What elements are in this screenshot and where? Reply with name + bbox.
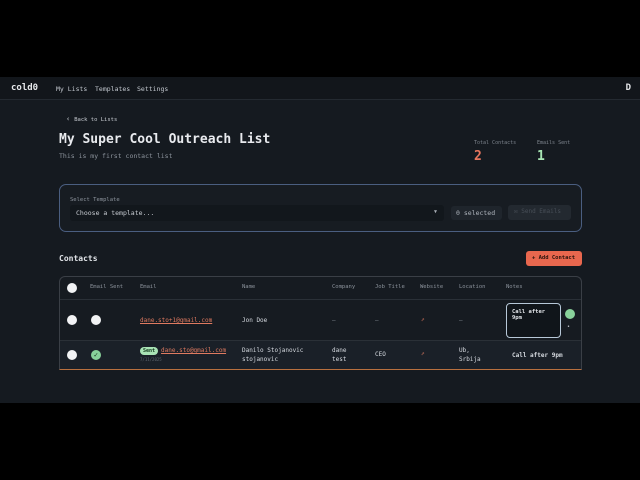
cancel-note-icon[interactable]: • [567, 324, 570, 330]
check-icon[interactable]: ✓ [91, 350, 101, 360]
contact-company-cont: test [332, 356, 347, 363]
template-select-value: Choose a template... [76, 209, 155, 217]
contacts-heading: Contacts [59, 254, 98, 263]
page-title: My Super Cool Outreach List [59, 132, 271, 147]
add-contact-button[interactable]: + Add Contact [526, 251, 582, 266]
row-select-checkbox[interactable] [67, 315, 77, 325]
contact-name: Jon Doe [242, 317, 268, 324]
emails-sent-value: 1 [537, 149, 545, 164]
email-sent-indicator[interactable] [91, 315, 101, 325]
app-window: cold0 My Lists Templates Settings D ‹ Bac… [0, 77, 640, 403]
brand-logo[interactable]: cold0 [11, 83, 38, 93]
table-row: ✓ Sent dane.sto@gmail.com 7/11/2025 Danil… [60, 340, 581, 369]
user-avatar[interactable]: D [626, 83, 631, 93]
contacts-table: Email Sent Email Name Company Job Title … [59, 276, 582, 370]
template-panel: Select Template Choose a template... ▼ 0… [59, 184, 582, 232]
template-select[interactable]: Choose a template... ▼ [70, 205, 444, 221]
contact-email-cell: Sent dane.sto@gmail.com [140, 347, 226, 355]
back-label: Back to Lists [74, 117, 118, 123]
chevron-left-icon: ‹ [66, 115, 71, 123]
top-nav: cold0 My Lists Templates Settings D [0, 77, 640, 100]
column-location: Location [459, 284, 486, 290]
sent-badge: Sent [140, 347, 159, 355]
page-subtitle: This is my first contact list [59, 152, 173, 160]
total-contacts-value: 2 [474, 149, 482, 164]
contact-name-cont: stojanovic [242, 356, 279, 363]
contact-job-title: – [375, 317, 379, 324]
back-to-lists-link[interactable]: ‹ Back to Lists [66, 115, 117, 123]
send-emails-button[interactable]: ✉ Send Emails [508, 205, 571, 220]
contact-location: – [459, 317, 463, 324]
contact-email-link[interactable]: dane.sto+1@gmail.com [140, 317, 212, 325]
contact-name: Danilo Stojanovic [242, 347, 304, 354]
chevron-down-icon: ▼ [433, 209, 437, 215]
nav-my-lists[interactable]: My Lists [56, 85, 87, 93]
contact-email-link[interactable]: dane.sto@gmail.com [161, 347, 226, 354]
contact-company: – [332, 317, 336, 324]
external-link-icon[interactable]: ⇗ [421, 350, 425, 358]
sent-date: 7/11/2025 [140, 357, 162, 362]
notes-text[interactable]: Call after 9pm [512, 352, 563, 360]
column-name: Name [242, 284, 256, 290]
column-notes: Notes [506, 284, 523, 290]
table-row: dane.sto+1@gmail.com Jon Doe – – ⇗ – Cal… [60, 299, 581, 340]
template-label: Select Template [70, 197, 120, 203]
contact-location: Ub, [459, 347, 470, 354]
row-select-checkbox[interactable] [67, 350, 77, 360]
column-company: Company [332, 284, 356, 290]
column-website: Website [420, 284, 444, 290]
contact-location-cont: Srbija [459, 356, 481, 363]
column-job-title: Job Title [375, 284, 405, 290]
mail-icon: ✉ [514, 208, 518, 215]
selected-count: 0 selected [451, 206, 502, 220]
select-all-checkbox[interactable] [67, 283, 77, 293]
nav-templates[interactable]: Templates [95, 85, 130, 93]
contact-job-title: CEO [375, 351, 386, 358]
total-contacts-label: Total Contacts [474, 140, 517, 146]
contact-company: dane [332, 347, 347, 354]
nav-settings[interactable]: Settings [137, 85, 168, 93]
emails-sent-label: Emails Sent [537, 140, 571, 146]
column-email: Email [140, 284, 157, 290]
save-note-button[interactable] [565, 309, 575, 319]
notes-text: Call after 9pm [512, 309, 546, 321]
send-emails-label: Send Emails [521, 208, 561, 215]
notes-editor[interactable]: Call after 9pm [506, 303, 561, 338]
external-link-icon[interactable]: ⇗ [421, 316, 425, 324]
column-email-sent: Email Sent [90, 284, 124, 290]
